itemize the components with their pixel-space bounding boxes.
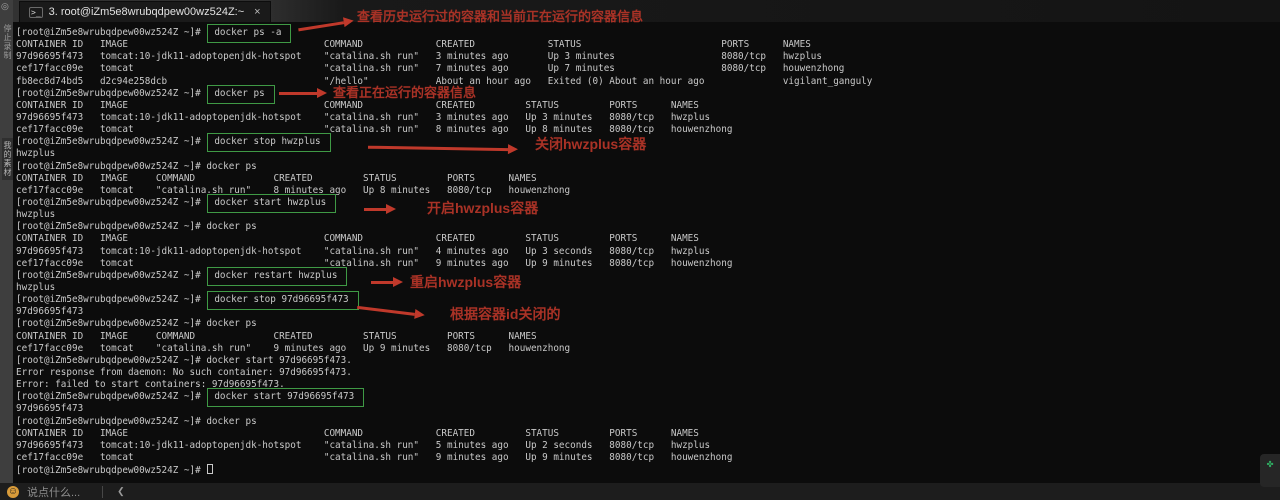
recorder-label-stop[interactable]: 停止录制: [2, 24, 13, 60]
terminal-line: Error response from daemon: No such cont…: [16, 367, 1280, 379]
terminal-command-line: [root@iZm5e8wrubqdpew00wz524Z ~]# docker…: [16, 27, 1280, 39]
shell-prompt: [root@iZm5e8wrubqdpew00wz524Z ~]#: [16, 221, 206, 232]
terminal-command-line: [root@iZm5e8wrubqdpew00wz524Z ~]# docker…: [16, 355, 1280, 367]
terminal-command-line: [root@iZm5e8wrubqdpew00wz524Z ~]# docker…: [16, 416, 1280, 428]
shell-prompt: [root@iZm5e8wrubqdpew00wz524Z ~]#: [16, 270, 206, 281]
terminal-command-line: [root@iZm5e8wrubqdpew00wz524Z ~]# docker…: [16, 197, 1280, 209]
shell-prompt: [root@iZm5e8wrubqdpew00wz524Z ~]#: [16, 391, 206, 402]
tab-close-icon[interactable]: ×: [254, 6, 260, 18]
terminal-line: Error: failed to start containers: 97d96…: [16, 379, 1280, 391]
terminal-line: cef17facc09e tomcat "catalina.sh run" 8 …: [16, 124, 1280, 136]
terminal-line: fb8ec8d74bd5 d2c94e258dcb "/hello" About…: [16, 76, 1280, 88]
command-text: docker ps: [206, 221, 256, 232]
terminal-line: cef17facc09e tomcat "catalina.sh run" 9 …: [16, 343, 1280, 355]
terminal-command-line: [root@iZm5e8wrubqdpew00wz524Z ~]# docker…: [16, 136, 1280, 148]
terminal-command-line: [root@iZm5e8wrubqdpew00wz524Z ~]# docker…: [16, 391, 1280, 403]
terminal-prompt-icon: >_: [29, 7, 43, 18]
terminal-line: cef17facc09e tomcat "catalina.sh run" 7 …: [16, 63, 1280, 75]
terminal-command-line: [root@iZm5e8wrubqdpew00wz524Z ~]#: [16, 464, 1280, 476]
screen-recorder-strip: ◎ 停止录制 我的素材: [0, 0, 13, 483]
terminal-line: 97d96695f473 tomcat:10-jdk11-adoptopenjd…: [16, 440, 1280, 452]
terminal-line: 97d96695f473 tomcat:10-jdk11-adoptopenjd…: [16, 246, 1280, 258]
terminal-command-line: [root@iZm5e8wrubqdpew00wz524Z ~]# docker…: [16, 161, 1280, 173]
terminal-tab-bar: >_ 3. root@iZm5e8wrubqdpew00wz524Z:~ ×: [13, 0, 1280, 22]
floating-widget[interactable]: ✤: [1260, 454, 1280, 487]
terminal-line: 97d96695f473: [16, 306, 1280, 318]
shell-prompt: [root@iZm5e8wrubqdpew00wz524Z ~]#: [16, 318, 206, 329]
terminal-line: CONTAINER ID IMAGE COMMAND CREATED STATU…: [16, 233, 1280, 245]
terminal-line: CONTAINER ID IMAGE COMMAND CREATED STATU…: [16, 331, 1280, 343]
shell-prompt: [root@iZm5e8wrubqdpew00wz524Z ~]#: [16, 294, 206, 305]
terminal-line: hwzplus: [16, 148, 1280, 160]
comment-bar: ☺ 说点什么... ❮: [0, 483, 1280, 500]
tab-title: 3. root@iZm5e8wrubqdpew00wz524Z:~: [49, 6, 245, 18]
highlighted-command: docker stop hwzplus: [207, 133, 330, 152]
command-text: docker ps: [206, 318, 256, 329]
highlighted-command: docker start 97d96695f473: [207, 388, 364, 407]
terminal-line: 97d96695f473: [16, 403, 1280, 415]
collapse-chevron-icon[interactable]: ❮: [111, 486, 131, 497]
shell-prompt: [root@iZm5e8wrubqdpew00wz524Z ~]#: [16, 27, 206, 38]
terminal-line: hwzplus: [16, 209, 1280, 221]
terminal-cursor: [207, 464, 213, 474]
command-text: docker ps: [206, 161, 256, 172]
terminal-output-area[interactable]: [root@iZm5e8wrubqdpew00wz524Z ~]# docker…: [13, 22, 1280, 483]
divider: [102, 486, 103, 498]
recorder-icon[interactable]: ◎: [1, 1, 9, 12]
shell-prompt: [root@iZm5e8wrubqdpew00wz524Z ~]#: [16, 355, 206, 366]
session-tab[interactable]: >_ 3. root@iZm5e8wrubqdpew00wz524Z:~ ×: [19, 1, 271, 22]
terminal-line: CONTAINER ID IMAGE COMMAND CREATED STATU…: [16, 173, 1280, 185]
command-text: docker ps: [206, 416, 256, 427]
terminal-line: CONTAINER ID IMAGE COMMAND CREATED STATU…: [16, 100, 1280, 112]
comment-input[interactable]: 说点什么...: [27, 484, 80, 500]
terminal-line: CONTAINER ID IMAGE COMMAND CREATED STATU…: [16, 428, 1280, 440]
terminal-command-line: [root@iZm5e8wrubqdpew00wz524Z ~]# docker…: [16, 294, 1280, 306]
shell-prompt: [root@iZm5e8wrubqdpew00wz524Z ~]#: [16, 136, 206, 147]
terminal-line: cef17facc09e tomcat "catalina.sh run" 8 …: [16, 185, 1280, 197]
highlighted-command: docker stop 97d96695f473: [207, 291, 358, 310]
terminal-line: cef17facc09e tomcat "catalina.sh run" 9 …: [16, 258, 1280, 270]
emoji-icon[interactable]: ☺: [7, 486, 19, 498]
shell-prompt: [root@iZm5e8wrubqdpew00wz524Z ~]#: [16, 465, 206, 476]
terminal-command-line: [root@iZm5e8wrubqdpew00wz524Z ~]# docker…: [16, 270, 1280, 282]
terminal-line: CONTAINER ID IMAGE COMMAND CREATED STATU…: [16, 39, 1280, 51]
recorder-label-assets[interactable]: 我的素材: [2, 138, 13, 180]
terminal-line: 97d96695f473 tomcat:10-jdk11-adoptopenjd…: [16, 112, 1280, 124]
terminal-line: cef17facc09e tomcat "catalina.sh run" 9 …: [16, 452, 1280, 464]
screen: ◎ 停止录制 我的素材 >_ 3. root@iZm5e8wrubqdpew00…: [0, 0, 1280, 500]
command-text: docker start 97d96695f473.: [206, 355, 352, 366]
shell-prompt: [root@iZm5e8wrubqdpew00wz524Z ~]#: [16, 88, 206, 99]
terminal-command-line: [root@iZm5e8wrubqdpew00wz524Z ~]# docker…: [16, 318, 1280, 330]
highlighted-command: docker restart hwzplus: [207, 267, 347, 286]
shell-prompt: [root@iZm5e8wrubqdpew00wz524Z ~]#: [16, 161, 206, 172]
terminal-command-line: [root@iZm5e8wrubqdpew00wz524Z ~]# docker…: [16, 88, 1280, 100]
terminal-line: 97d96695f473 tomcat:10-jdk11-adoptopenjd…: [16, 51, 1280, 63]
terminal-command-line: [root@iZm5e8wrubqdpew00wz524Z ~]# docker…: [16, 221, 1280, 233]
shell-prompt: [root@iZm5e8wrubqdpew00wz524Z ~]#: [16, 197, 206, 208]
widget-green-icon: ✤: [1267, 458, 1274, 487]
terminal-line: hwzplus: [16, 282, 1280, 294]
shell-prompt: [root@iZm5e8wrubqdpew00wz524Z ~]#: [16, 416, 206, 427]
highlighted-command: docker start hwzplus: [207, 194, 336, 213]
